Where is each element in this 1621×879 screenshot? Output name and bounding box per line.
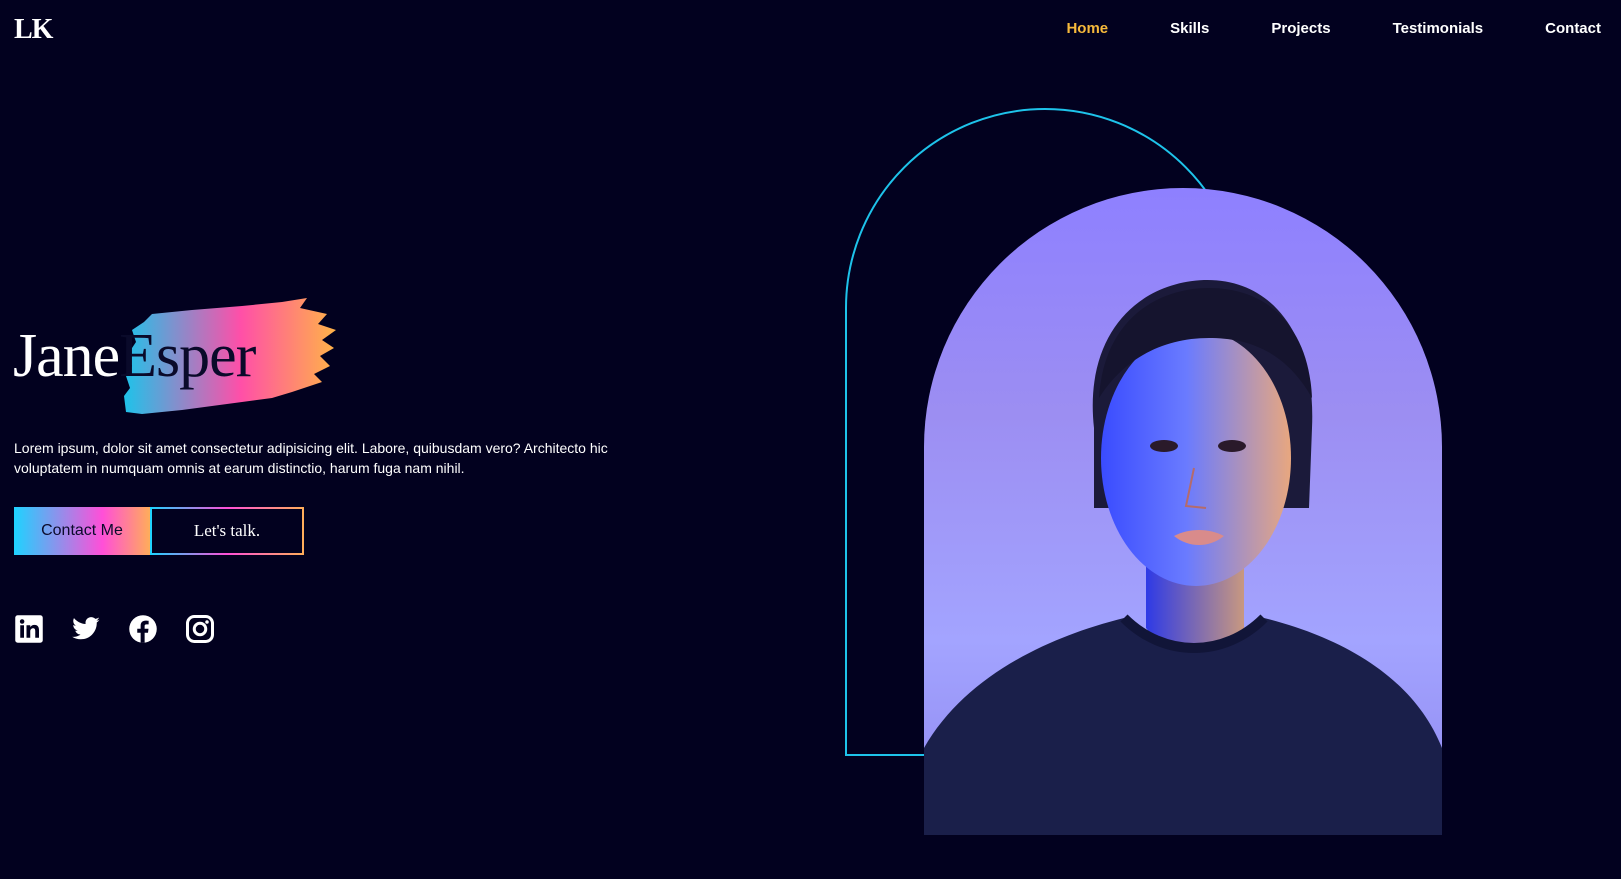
first-name: Jane xyxy=(13,322,120,390)
nav-projects[interactable]: Projects xyxy=(1271,20,1330,37)
portrait-photo xyxy=(924,188,1442,835)
linkedin-icon[interactable] xyxy=(14,614,44,644)
logo[interactable]: LK xyxy=(14,14,53,46)
last-name: Esper xyxy=(119,322,256,390)
main-nav: Home Skills Projects Testimonials Contac… xyxy=(1004,20,1601,37)
instagram-icon[interactable] xyxy=(185,614,215,644)
nav-skills[interactable]: Skills xyxy=(1170,20,1209,37)
social-links xyxy=(14,614,215,644)
facebook-icon[interactable] xyxy=(128,614,158,644)
nav-contact[interactable]: Contact xyxy=(1545,20,1601,37)
nav-home[interactable]: Home xyxy=(1066,20,1108,37)
lets-talk-button[interactable]: Let's talk. xyxy=(150,507,304,555)
hero-name: JaneEsper xyxy=(13,322,256,390)
hero-description: Lorem ipsum, dolor sit amet consectetur … xyxy=(14,440,608,476)
portrait-illustration xyxy=(924,279,1442,835)
nav-testimonials[interactable]: Testimonials xyxy=(1393,20,1484,37)
contact-me-button[interactable]: Contact Me xyxy=(14,507,150,555)
twitter-icon[interactable] xyxy=(71,614,101,644)
